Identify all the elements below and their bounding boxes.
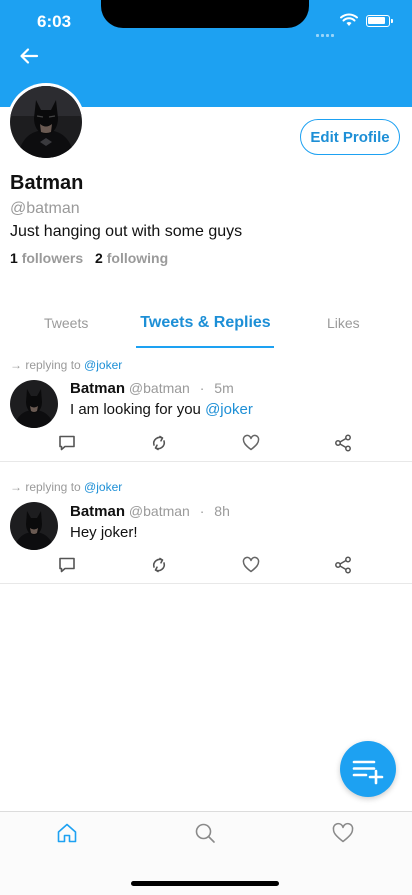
active-tab-indicator: [136, 346, 274, 348]
compose-tweet-icon: [352, 760, 384, 785]
tweet-avatar[interactable]: [10, 502, 58, 550]
profile-stats: 1 followers 2 following: [10, 250, 168, 266]
followers-label: followers: [21, 250, 84, 266]
retweet-icon[interactable]: [149, 433, 169, 453]
tweet-text: Hey joker!: [70, 524, 138, 541]
reply-icon[interactable]: [57, 433, 77, 453]
separator-dot: ·: [199, 503, 205, 519]
reply-icon[interactable]: [57, 555, 77, 575]
followers-count: 1: [10, 250, 18, 266]
status-bar-time: 6:03: [37, 12, 72, 31]
home-icon[interactable]: [55, 821, 79, 845]
tab-tweets[interactable]: Tweets: [44, 315, 88, 331]
tweet-avatar[interactable]: [10, 380, 58, 428]
search-icon[interactable]: [193, 821, 217, 845]
following-label: following: [106, 250, 169, 266]
tweet-text-body: Hey joker!: [70, 524, 138, 541]
reply-prefix: → replying to: [10, 480, 81, 494]
batman-avatar-image: [10, 86, 82, 158]
reply-prefix: → replying to: [10, 358, 81, 372]
tab-likes[interactable]: Likes: [327, 315, 360, 331]
following-link[interactable]: 2 following: [95, 250, 168, 266]
tab-tweets-and-replies[interactable]: Tweets & Replies: [137, 314, 274, 332]
reply-context: → replying to @joker: [10, 480, 122, 494]
tweet-text-body: I am looking for you: [70, 401, 201, 418]
tweet-time: 5m: [214, 380, 234, 396]
profile-handle: @batman: [10, 200, 80, 217]
tweet-header: Batman @batman · 8h: [70, 503, 230, 520]
tweet-author-name[interactable]: Batman: [70, 380, 125, 397]
compose-tweet-button[interactable]: [340, 741, 396, 797]
back-arrow-icon[interactable]: [18, 45, 40, 67]
tweet-header: Batman @batman · 5m: [70, 380, 234, 397]
tweet-divider: [0, 461, 412, 462]
separator-dot: ·: [199, 380, 205, 396]
home-indicator: [131, 881, 279, 886]
wifi-icon: [340, 13, 358, 26]
tweet-author-name[interactable]: Batman: [70, 503, 125, 520]
heart-icon[interactable]: [331, 821, 355, 845]
tweet-author-handle: @batman: [128, 503, 190, 519]
profile-avatar[interactable]: [7, 83, 85, 161]
cellular-signal-icon: [316, 19, 336, 37]
tweet-author-handle: @batman: [128, 380, 190, 396]
tweet-time: 8h: [214, 503, 230, 519]
retweet-icon[interactable]: [149, 555, 169, 575]
profile-bio: Just hanging out with some guys: [10, 223, 243, 240]
following-count: 2: [95, 250, 103, 266]
device-notch: [101, 0, 309, 28]
edit-profile-button[interactable]: Edit Profile: [300, 119, 400, 155]
profile-name: Batman: [10, 172, 84, 194]
battery-icon: [366, 15, 393, 27]
tweet-divider: [0, 583, 412, 584]
followers-link[interactable]: 1 followers: [10, 250, 83, 266]
reply-context: → replying to @joker: [10, 358, 122, 372]
like-heart-icon[interactable]: [241, 433, 261, 453]
like-heart-icon[interactable]: [241, 555, 261, 575]
reply-to-mention[interactable]: @joker: [84, 480, 122, 494]
reply-to-mention[interactable]: @joker: [84, 358, 122, 372]
share-icon[interactable]: [333, 433, 353, 453]
share-icon[interactable]: [333, 555, 353, 575]
tweet-text: I am looking for you @joker: [70, 401, 253, 418]
tweet-mention[interactable]: @joker: [205, 401, 253, 418]
